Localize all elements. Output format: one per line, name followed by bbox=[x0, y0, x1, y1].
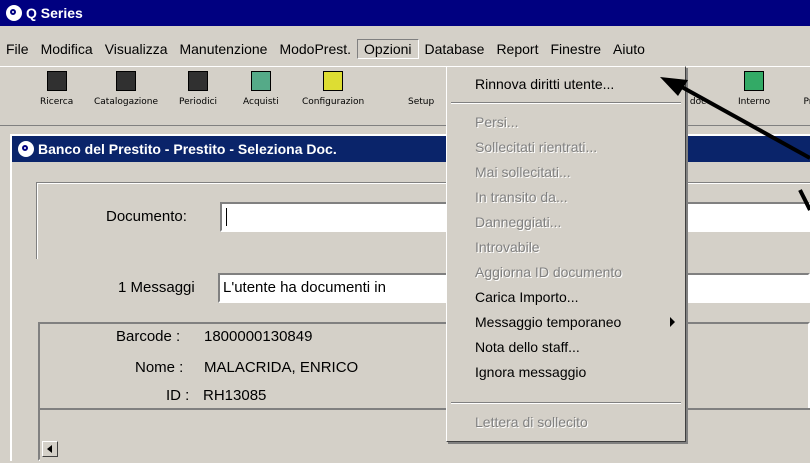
annotation-arrows bbox=[0, 0, 810, 461]
annotation-arrow-line-2 bbox=[800, 190, 810, 210]
annotation-arrowhead-icon bbox=[660, 77, 688, 96]
annotation-arrow-line bbox=[680, 86, 810, 158]
